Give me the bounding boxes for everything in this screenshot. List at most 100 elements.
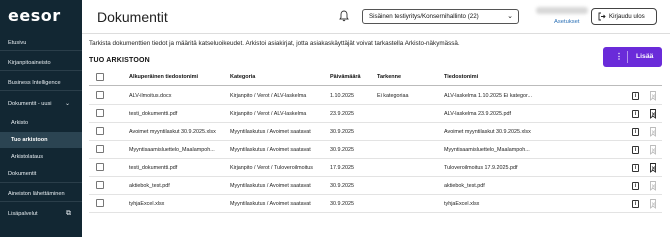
archive-flag-icon[interactable]	[649, 163, 657, 173]
archive-flag-icon[interactable]	[649, 91, 657, 101]
info-icon[interactable]: i	[632, 146, 639, 154]
row-checkbox[interactable]	[96, 199, 104, 207]
table-cell: 30.9.2025	[330, 183, 354, 189]
sidebar-item-8[interactable]: Aineiston lähettäminen	[0, 186, 82, 202]
sidebar-item-label: Arkistolataus	[11, 154, 44, 160]
section-title: TUO ARKISTOON	[89, 57, 150, 64]
table-cell: tyhjaExcel.xlsx	[129, 201, 165, 207]
table-row[interactable]: testi_dokumentti.pdf Kirjanpito / Verot /…	[89, 105, 662, 123]
sidebar-divider	[0, 182, 82, 183]
table-cell: Myyntisaamisluettelo_Maalampoh...	[129, 147, 215, 153]
bell-icon[interactable]	[339, 10, 349, 22]
table-cell: tyhjaExcel.xlsx	[444, 201, 480, 207]
table-cell: Myyntilaskutus / Avoimet saatavat	[230, 129, 311, 135]
row-checkbox[interactable]	[96, 145, 104, 153]
logout-button[interactable]: Kirjaudu ulos	[591, 8, 657, 25]
header-filename[interactable]: Tiedostonimi	[444, 69, 478, 86]
more-vertical-icon: ⋮	[615, 52, 623, 61]
sidebar-item-1[interactable]: Kirjanpitoaineisto	[0, 55, 82, 71]
info-icon[interactable]: i	[632, 92, 639, 100]
sidebar-item-label: Business Intelligence	[8, 80, 61, 86]
sidebar-item-4[interactable]: Arkisto	[0, 115, 82, 131]
header-specifier[interactable]: Tarkenne	[377, 69, 401, 86]
chevron-down-icon: ⌄	[64, 101, 70, 107]
table-cell: Avoimet myyntilaskut 30.9.2025.xlsx	[444, 129, 531, 135]
archive-flag-icon[interactable]	[649, 199, 657, 209]
table-cell: ALV-laskelma 23.9.2025.pdf	[444, 111, 512, 117]
table-cell: 30.9.2025	[330, 147, 354, 153]
table-row[interactable]: tyhjaExcel.xlsx Myyntilaskutus / Avoimet …	[89, 195, 662, 213]
settings-link[interactable]: Asetukset	[554, 19, 579, 25]
header-category[interactable]: Kategoria	[230, 69, 255, 86]
table-cell: Kirjanpito / Verot / Tuloveroilmoitus	[230, 165, 313, 171]
user-name-redacted	[536, 7, 588, 14]
info-icon[interactable]: i	[632, 200, 639, 208]
table-cell: Myyntilaskutus / Avoimet saatavat	[230, 201, 311, 207]
sidebar-item-label: Etusivu	[8, 40, 27, 46]
table-cell: Myyntisaamisluettelo_Maalampoh...	[444, 147, 530, 153]
sidebar-divider	[0, 70, 82, 71]
company-select-value: Sisäinen testiyritys/Konsernihallinto (2…	[369, 13, 479, 20]
sidebar-item-0[interactable]: Etusivu	[0, 35, 82, 51]
row-checkbox[interactable]	[96, 181, 104, 189]
table-cell: aktiebok_test.pdf	[129, 183, 170, 189]
table-row[interactable]: aktiebok_test.pdf Myyntilaskutus / Avoime…	[89, 177, 662, 195]
logo: eesor	[8, 6, 61, 25]
table-cell: Tuloveroilmoitus 17.9.2025.pdf	[444, 165, 518, 171]
sidebar-divider	[0, 201, 82, 202]
info-icon[interactable]: i	[632, 110, 639, 118]
archive-flag-icon[interactable]	[649, 109, 657, 119]
row-checkbox[interactable]	[96, 127, 104, 135]
sidebar-item-2[interactable]: Business Intelligence	[0, 75, 82, 91]
row-checkbox[interactable]	[96, 163, 104, 171]
archive-flag-icon[interactable]	[649, 181, 657, 191]
table-cell: 23.9.2025	[330, 111, 354, 117]
page-title: Dokumentit	[97, 9, 168, 25]
table-cell: Avoimet myyntilaskut 30.9.2025.xlsx	[129, 129, 216, 135]
header-date[interactable]: Päivämäärä	[330, 69, 361, 86]
chevron-down-icon: ⌄	[507, 13, 513, 20]
add-button-label: Lisää	[636, 53, 654, 60]
info-icon[interactable]: i	[632, 128, 639, 136]
external-link-icon: ⧉	[66, 210, 71, 217]
sidebar: eesor Etusivu Kirjanpitoaineisto Business …	[0, 0, 82, 237]
sidebar-divider	[0, 90, 82, 91]
sidebar-item-6[interactable]: Arkistolataus	[0, 149, 82, 165]
sidebar-item-label: Aineiston lähettäminen	[8, 191, 65, 197]
table-cell: ALV-ilmoitus.docx	[129, 93, 172, 99]
select-all-checkbox[interactable]	[96, 73, 104, 81]
sidebar-item-label: Kirjanpitoaineisto	[8, 60, 51, 66]
info-text: Tarkista dokumenttien tiedot ja määritä …	[89, 40, 460, 47]
company-select[interactable]: Sisäinen testiyritys/Konsernihallinto (2…	[362, 9, 519, 24]
logout-icon	[598, 12, 606, 21]
table-row[interactable]: ALV-ilmoitus.docx Kirjanpito / Verot / AL…	[89, 87, 662, 105]
header-divider	[82, 33, 670, 34]
table-cell: Myyntilaskutus / Avoimet saatavat	[230, 147, 311, 153]
table-cell: testi_dokumentti.pdf	[129, 165, 178, 171]
header-original-filename[interactable]: Alkuperäinen tiedostonimi	[129, 69, 198, 86]
sidebar-item-7[interactable]: Dokumentit	[0, 166, 82, 182]
app-root: eesor Etusivu Kirjanpitoaineisto Business …	[0, 0, 670, 237]
info-icon[interactable]: i	[632, 164, 639, 172]
table-row[interactable]: Avoimet myyntilaskut 30.9.2025.xlsx Myynt…	[89, 123, 662, 141]
table-header: Alkuperäinen tiedostonimi Kategoria Päiv…	[89, 69, 662, 86]
table-row[interactable]: testi_dokumentti.pdf Kirjanpito / Verot /…	[89, 159, 662, 177]
sidebar-item-3[interactable]: Dokumentit - uusi ⌄	[0, 96, 82, 112]
table-row[interactable]: Myyntisaamisluettelo_Maalampoh... Myyntil…	[89, 141, 662, 159]
info-icon[interactable]: i	[632, 182, 639, 190]
sidebar-item-5[interactable]: Tuo arkistoon	[0, 132, 82, 148]
archive-flag-icon[interactable]	[649, 145, 657, 155]
table-cell: ALV-laskelma 1.10.2025 Ei kategor...	[444, 93, 532, 99]
sidebar-item-label: Tuo arkistoon	[11, 137, 48, 143]
table-cell: 17.9.2025	[330, 165, 354, 171]
sidebar-item-label: Lisäpalvelut	[8, 211, 38, 217]
sidebar-divider	[0, 50, 82, 51]
table-cell: Kirjanpito / Verot / ALV-laskelma	[230, 93, 307, 99]
row-checkbox[interactable]	[96, 109, 104, 117]
button-divider	[627, 51, 628, 63]
table-cell: 30.9.2025	[330, 201, 354, 207]
add-button[interactable]: ⋮ Lisää	[603, 47, 662, 67]
sidebar-item-9[interactable]: Lisäpalvelut ⧉	[0, 206, 82, 222]
archive-flag-icon[interactable]	[649, 127, 657, 137]
row-checkbox[interactable]	[96, 91, 104, 99]
